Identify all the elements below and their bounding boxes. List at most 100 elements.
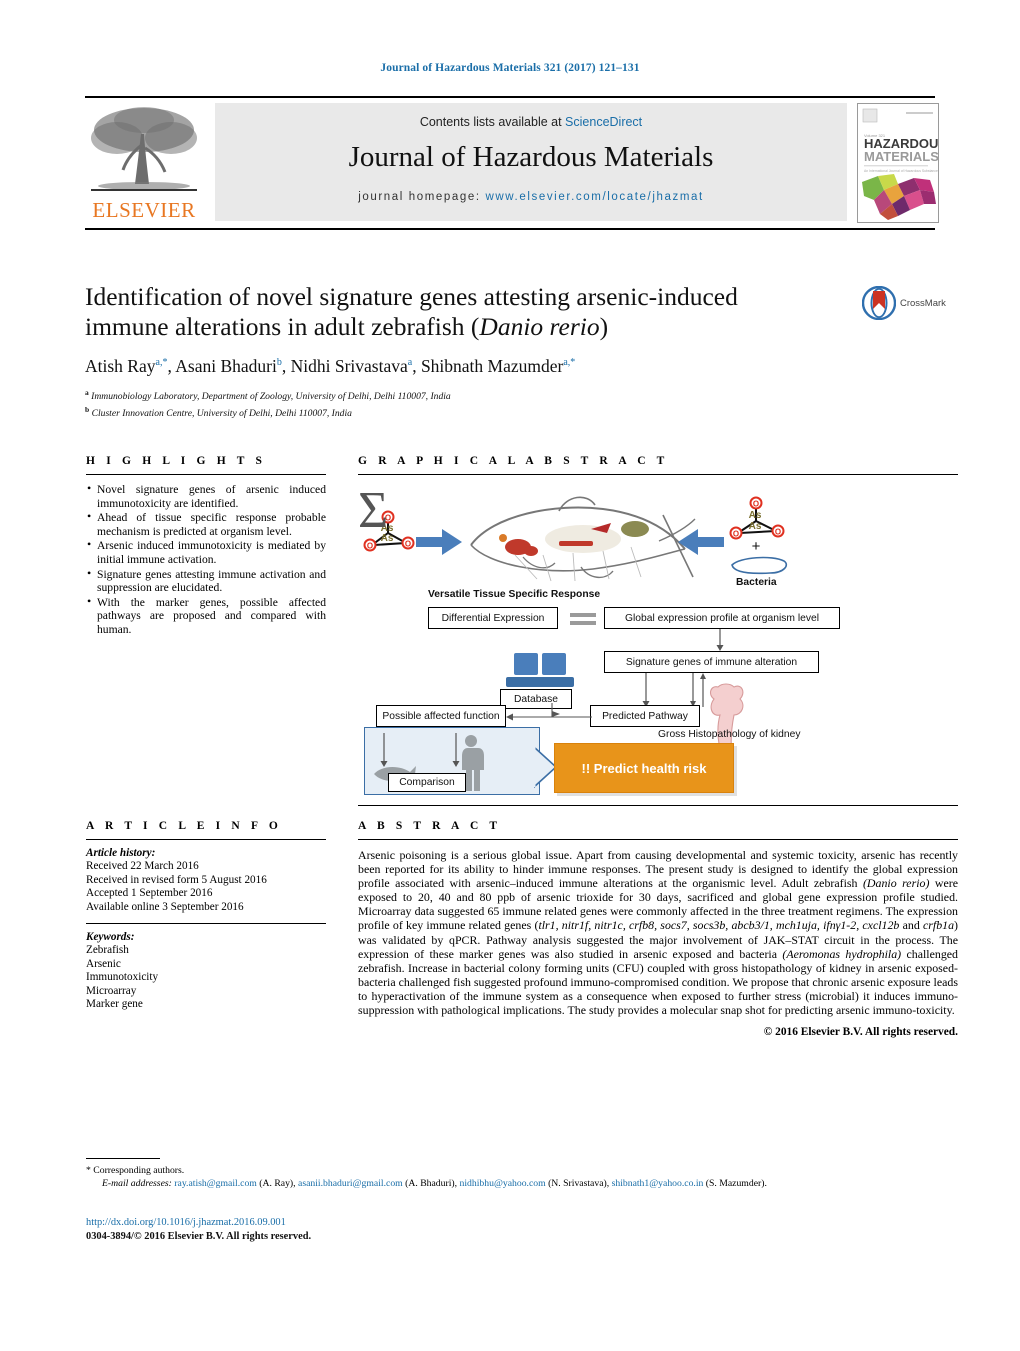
corresponding-marker: * <box>86 1165 91 1176</box>
svg-text:O: O <box>367 542 373 551</box>
list-item: With the marker genes, possible affected… <box>86 595 326 637</box>
homepage-url-link[interactable]: www.elsevier.com/locate/jhazmat <box>485 191 703 203</box>
abstract-copyright: © 2016 Elsevier B.V. All rights reserved… <box>763 1026 958 1039</box>
article-info-divider <box>86 839 326 840</box>
crossmark-badge[interactable]: CrossMark <box>862 286 958 320</box>
keyword-item: Zebrafish <box>86 944 129 957</box>
svg-text:+: + <box>752 538 761 555</box>
affiliation-a-marker: a <box>85 388 89 397</box>
box-differential-expression: Differential Expression <box>428 607 558 629</box>
keyword-item: Immunotoxicity <box>86 971 159 984</box>
affiliation-a: a Immunobiology Laboratory, Department o… <box>85 387 825 404</box>
email-link-3[interactable]: nidhibhu@yahoo.com <box>460 1178 546 1189</box>
summation-sigma-icon: Σ <box>358 482 389 539</box>
journal-cover-thumbnail: Volume 321 HAZARDOUS MATERIALS An Intern… <box>857 103 939 223</box>
footnote-block: * Corresponding authors. E-mail addresse… <box>86 1164 966 1190</box>
article-history: Article history: Received 22 March 2016 … <box>86 847 326 914</box>
author-2-affil-marker: b <box>276 357 282 369</box>
svg-text:An International Journal of Ha: An International Journal of Hazardous Su… <box>864 169 938 173</box>
email-line: E-mail addresses: ray.atish@gmail.com (A… <box>86 1177 966 1190</box>
zebrafish-illustration <box>470 496 696 582</box>
list-item: Ahead of tissue specific response probab… <box>86 510 326 538</box>
arrow-down-to-pathway-icon <box>642 673 650 707</box>
author-list: Atish Raya,*, Asani Bhadurib, Nidhi Sriv… <box>85 356 576 376</box>
author-4[interactable]: Shibnath Mazumder <box>421 356 563 376</box>
abstract-gene-conjunction: and <box>899 918 923 933</box>
author-4-affil-marker: a,* <box>563 357 576 369</box>
graphical-abstract-bottom-rule <box>358 805 958 806</box>
title-line-2-post: ) <box>599 312 609 341</box>
equals-sign-icon <box>570 613 596 617</box>
box-predicted-pathway: Predicted Pathway <box>590 705 700 727</box>
crossmark-label: CrossMark <box>900 298 946 309</box>
keyword-item: Arsenic <box>86 957 121 970</box>
email-link-4[interactable]: shibnath1@yahoo.co.in <box>612 1178 704 1189</box>
author-1[interactable]: Atish Ray <box>85 356 156 376</box>
journal-homepage-line: journal homepage: www.elsevier.com/locat… <box>215 191 847 203</box>
title-line-2-pre: immune alterations in adult zebrafish ( <box>85 312 480 341</box>
email-owner-2: (A. Bhaduri), <box>405 1178 458 1189</box>
affiliation-list: a Immunobiology Laboratory, Department o… <box>85 387 825 420</box>
footnote-rule <box>86 1158 160 1159</box>
highlights-list: Novel signature genes of arsenic induced… <box>86 482 326 637</box>
box-comparison: Comparison <box>388 773 466 792</box>
keywords-block: Keywords: Zebrafish Arsenic Immunotoxici… <box>86 931 326 1011</box>
graphical-abstract-section: G R A P H I C A L A B S T R A C T O O O … <box>358 455 958 795</box>
doi-link[interactable]: http://dx.doi.org/10.1016/j.jhazmat.2016… <box>86 1216 311 1230</box>
elsevier-tree-icon <box>91 107 197 191</box>
contents-available-line: Contents lists available at ScienceDirec… <box>215 115 847 129</box>
arrow-right-blue-icon <box>416 529 462 555</box>
email-owner-4: (S. Mazumder). <box>705 1178 767 1189</box>
abstract-species-1: (Danio rerio) <box>862 876 930 891</box>
equals-sign-icon <box>570 621 596 625</box>
journal-title: Journal of Hazardous Materials <box>348 141 714 173</box>
highlights-heading: H I G H L I G H T S <box>86 455 267 467</box>
abstract-species-2: (Aeromonas hydrophila) <box>782 946 902 961</box>
sciencedirect-link[interactable]: ScienceDirect <box>565 115 642 129</box>
history-item: Available online 3 September 2016 <box>86 900 244 913</box>
masthead-center: Contents lists available at ScienceDirec… <box>215 103 847 221</box>
graphical-abstract-divider <box>358 474 958 475</box>
highlights-divider <box>86 474 326 475</box>
email-link-1[interactable]: ray.atish@gmail.com <box>174 1178 257 1189</box>
histopathology-label: Gross Histopathology of kidney <box>658 729 801 740</box>
corresponding-author-note: * Corresponding authors. <box>86 1164 966 1177</box>
title-line-1: Identification of novel signature genes … <box>85 282 738 311</box>
email-owner-3: (N. Srivastava), <box>548 1178 610 1189</box>
graphical-abstract-heading: G R A P H I C A L A B S T R A C T <box>358 455 669 467</box>
affiliation-b: b Cluster Innovation Centre, University … <box>85 404 825 421</box>
elsevier-wordmark: ELSEVIER <box>92 198 196 222</box>
email-link-2[interactable]: asanii.bhaduri@gmail.com <box>298 1178 403 1189</box>
page-title: Identification of novel signature genes … <box>85 282 825 342</box>
email-owner-1: (A. Ray), <box>259 1178 296 1189</box>
box-signature-genes: Signature genes of immune alteration <box>604 651 819 673</box>
list-item: Novel signature genes of arsenic induced… <box>86 482 326 510</box>
article-history-label: Article history: <box>86 847 156 859</box>
issn-copyright-line: 0304-3894/© 2016 Elsevier B.V. All right… <box>86 1231 312 1242</box>
svg-text:O: O <box>405 540 411 549</box>
abstract-divider <box>358 839 958 840</box>
svg-text:O: O <box>733 530 739 539</box>
corresponding-label: Corresponding authors. <box>93 1165 185 1176</box>
affiliation-b-text: Cluster Innovation Centre, University of… <box>91 407 352 419</box>
article-first-page: Journal of Hazardous Materials 321 (2017… <box>0 0 1020 1351</box>
contents-prefix: Contents lists available at <box>419 115 566 129</box>
abstract-text: Arsenic poisoning is a serious global is… <box>358 848 958 1017</box>
doi-block: http://dx.doi.org/10.1016/j.jhazmat.2016… <box>86 1216 311 1244</box>
email-addresses-label: E-mail addresses: <box>102 1178 172 1189</box>
predict-health-risk-banner: !! Predict health risk <box>554 743 734 793</box>
crossmark-icon <box>862 286 896 320</box>
homepage-label: journal homepage: <box>358 191 486 203</box>
bacteria-label: Bacteria <box>736 577 777 588</box>
arrow-down-icon <box>716 629 724 651</box>
history-item: Received 22 March 2016 <box>86 860 199 873</box>
author-3-affil-marker: a <box>407 357 413 369</box>
list-item: Signature genes attesting immune activat… <box>86 567 326 595</box>
author-3[interactable]: Nidhi Srivastava <box>291 356 408 376</box>
affiliation-a-text: Immunobiology Laboratory, Department of … <box>91 391 451 403</box>
affiliation-b-marker: b <box>85 404 90 414</box>
author-2[interactable]: Asani Bhaduri <box>175 356 277 376</box>
highlights-section: H I G H L I G H T S Novel signature gene… <box>86 455 326 638</box>
abstract-gene-last: crfb1a <box>922 918 955 933</box>
cover-artwork: Volume 321 HAZARDOUS MATERIALS An Intern… <box>858 104 938 222</box>
